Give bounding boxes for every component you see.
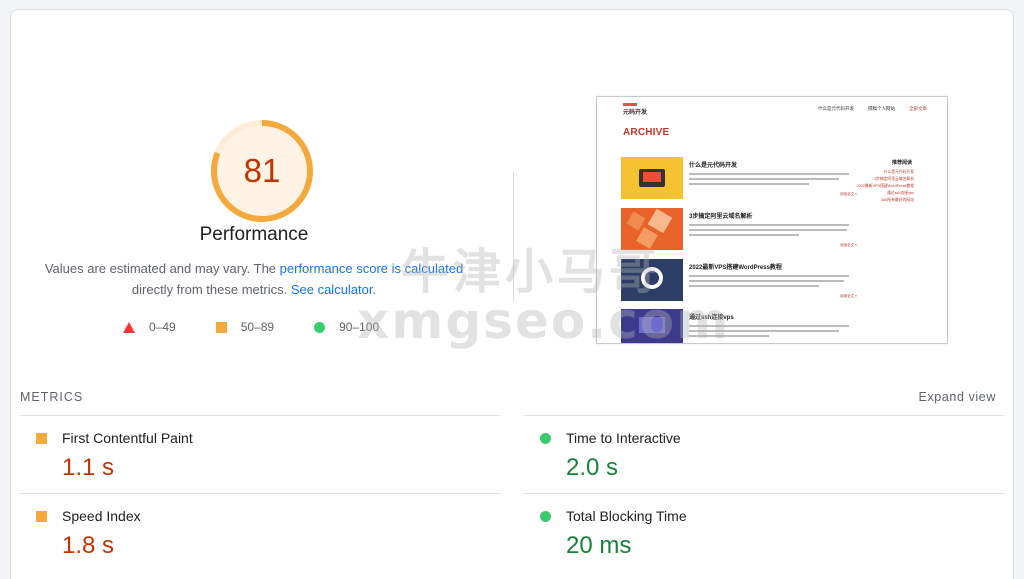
thumbnail-nav-item: 撰稿个人网站 bbox=[868, 106, 895, 111]
metrics-heading: METRICS bbox=[20, 390, 84, 404]
post-title: 2022最新VPS搭建WordPress教程 bbox=[689, 265, 782, 271]
post-read-more: 阅读全文 » bbox=[840, 294, 857, 298]
metric-first-contentful-paint: First Contentful Paint 1.1 s bbox=[20, 415, 500, 493]
thumbnail-archive-heading: ARCHIVE bbox=[623, 127, 670, 138]
performance-title: Performance bbox=[199, 224, 309, 245]
thumbnail-sidebar-title: 推荐阅读 bbox=[892, 160, 913, 166]
thumbnail-post: 什么是元代码开发 阅读全文 » bbox=[621, 157, 857, 199]
thumbnail-nav-item: 什么是元代码开发 bbox=[818, 106, 854, 111]
description-text-1: Values are estimated and may vary. The bbox=[44, 261, 280, 276]
thumbnail-nav-item: 全部文章 bbox=[909, 106, 927, 111]
thumbnail-sidebar-item: 2022最新VPS搭建WordPress教程 bbox=[856, 184, 914, 188]
performance-card: 81 Performance Values are estimated and … bbox=[10, 9, 1014, 579]
metric-name: Speed Index bbox=[62, 508, 141, 524]
legend-fail-range: 0–49 bbox=[149, 320, 176, 334]
page-screenshot-thumbnail[interactable]: 元码开发 什么是元代码开发 撰稿个人网站 全部文章 ARCHIVE 什么是元代码… bbox=[596, 96, 948, 344]
metric-name: Time to Interactive bbox=[566, 430, 681, 446]
section-divider bbox=[513, 172, 514, 302]
metric-name: First Contentful Paint bbox=[62, 430, 193, 446]
metric-total-blocking-time: Total Blocking Time 20 ms bbox=[524, 493, 1004, 571]
post-image bbox=[621, 208, 683, 250]
metric-value: 1.8 s bbox=[62, 532, 115, 559]
thumbnail-sidebar-item: 3步搞定阿里云域名解析 bbox=[873, 177, 914, 181]
metric-value: 20 ms bbox=[566, 532, 632, 559]
post-image bbox=[621, 309, 683, 343]
thumbnail-post: 通过ssh连接vps bbox=[621, 309, 857, 343]
square-orange-icon bbox=[215, 321, 227, 333]
thumbnail-post: 3步搞定阿里云域名解析 阅读全文 » bbox=[621, 208, 857, 250]
thumbnail-nav: 什么是元代码开发 撰稿个人网站 全部文章 bbox=[818, 106, 927, 112]
post-image bbox=[621, 259, 683, 301]
metric-speed-index: Speed Index 1.8 s bbox=[20, 493, 500, 571]
performance-score: 81 bbox=[243, 152, 281, 189]
post-image bbox=[621, 157, 683, 199]
see-calculator-link[interactable]: See calculator. bbox=[291, 282, 376, 297]
triangle-red-icon bbox=[123, 321, 135, 333]
metric-name: Total Blocking Time bbox=[566, 508, 687, 524]
circle-green-icon bbox=[540, 433, 551, 444]
thumbnail-header: 元码开发 什么是元代码开发 撰稿个人网站 全部文章 bbox=[597, 97, 947, 119]
legend-average-range: 50–89 bbox=[240, 320, 275, 334]
legend-pass-range: 90–100 bbox=[339, 320, 380, 334]
post-title: 什么是元代码开发 bbox=[689, 163, 738, 169]
post-title: 3步搞定阿里云域名解析 bbox=[689, 214, 753, 220]
thumbnail-post: 2022最新VPS搭建WordPress教程 阅读全文 » bbox=[621, 259, 857, 301]
post-title: 通过ssh连接vps bbox=[689, 315, 734, 321]
thumbnail-sidebar-item: 360所有最好的网站 bbox=[881, 198, 914, 202]
thumbnail-sidebar-item: 通过ssh连接vps bbox=[886, 191, 914, 195]
performance-gauge: 81 bbox=[197, 106, 327, 236]
circle-green-icon bbox=[314, 321, 326, 333]
circle-green-icon bbox=[540, 511, 551, 522]
thumbnail-logo: 元码开发 bbox=[623, 103, 647, 116]
performance-description: Values are estimated and may vary. The p… bbox=[41, 258, 467, 300]
metric-value: 2.0 s bbox=[566, 454, 619, 481]
legend-average: 50–89 bbox=[215, 320, 275, 334]
metric-time-to-interactive: Time to Interactive 2.0 s bbox=[524, 415, 1004, 493]
expand-view-button[interactable]: Expand view bbox=[919, 390, 996, 404]
metric-value: 1.1 s bbox=[62, 454, 115, 481]
square-orange-icon bbox=[36, 433, 47, 444]
square-orange-icon bbox=[36, 511, 47, 522]
thumbnail-sidebar-item: 什么是元代码开发 bbox=[883, 170, 914, 174]
performance-score-link[interactable]: performance score is calculated bbox=[280, 261, 464, 276]
legend-fail: 0–49 bbox=[123, 320, 176, 334]
score-legend: 0–49 50–89 90–100 bbox=[123, 320, 419, 334]
legend-pass: 90–100 bbox=[314, 320, 379, 334]
post-read-more: 阅读全文 » bbox=[840, 243, 857, 247]
description-text-2: directly from these metrics. bbox=[131, 282, 291, 297]
